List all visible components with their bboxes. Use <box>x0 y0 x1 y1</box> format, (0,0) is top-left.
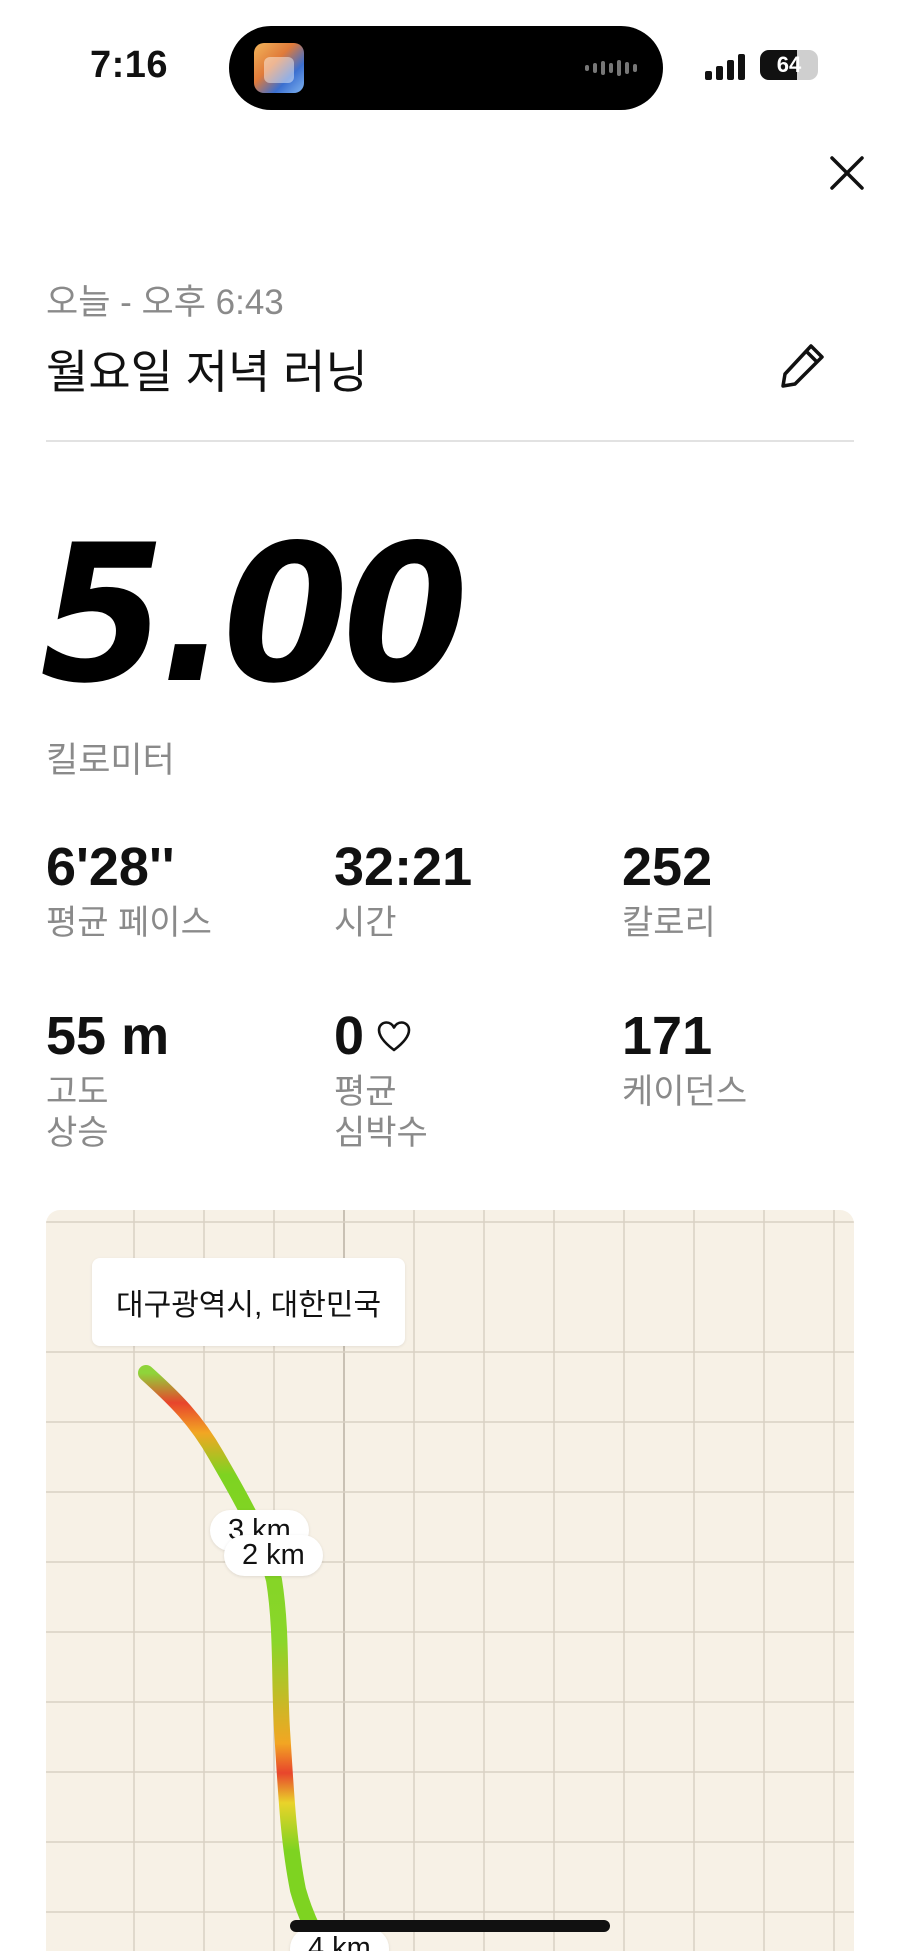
stat-value: 252 <box>622 837 713 897</box>
stat-value: 171 <box>622 1006 713 1066</box>
stat-label-line-1: 고도 <box>46 1073 109 1112</box>
stat-value: 55 m <box>46 1006 170 1066</box>
activity-datetime: 오늘 - 오후 6:43 <box>46 283 284 322</box>
stat-calories: 252 칼로리 <box>622 837 716 944</box>
pencil-icon <box>781 344 824 388</box>
battery-icon: 64 <box>760 50 818 80</box>
stat-value: 6'28'' <box>46 837 175 897</box>
stat-elevation-gain: 55 m 고도 상승 <box>46 1006 170 1154</box>
stat-avg-pace: 6'28'' 평균 페이스 <box>46 837 212 944</box>
audio-wave-icon <box>585 59 637 77</box>
route-path <box>138 1365 334 1951</box>
stat-duration: 32:21 시간 <box>334 837 473 944</box>
stat-value: 0 <box>334 1006 365 1066</box>
home-indicator[interactable] <box>290 1920 610 1932</box>
stat-value: 32:21 <box>334 837 473 897</box>
status-time: 7:16 <box>90 44 169 86</box>
stat-cadence: 171 케이던스 <box>622 1006 748 1113</box>
status-bar: 7:16 64 <box>0 0 900 130</box>
route-map[interactable]: 대구광역시, 대한민국 3 km 2 km 4 km <box>46 1210 854 1951</box>
close-button[interactable] <box>824 150 870 196</box>
stat-label: 칼로리 <box>622 904 716 943</box>
distance-value: 5.00 <box>40 504 468 725</box>
stat-label: 케이던스 <box>622 1073 748 1112</box>
stat-label: 평균 페이스 <box>46 904 212 943</box>
dynamic-island[interactable] <box>229 26 663 110</box>
stat-label: 시간 <box>334 904 397 943</box>
header-divider <box>46 440 854 442</box>
edit-title-button[interactable] <box>778 340 828 390</box>
distance-unit: 킬로미터 <box>46 741 175 780</box>
stat-label-line-1: 평균 <box>334 1073 397 1112</box>
stat-label-line-2: 심박수 <box>334 1114 428 1153</box>
close-icon <box>830 156 864 190</box>
heart-outline-icon <box>377 1020 411 1051</box>
battery-percent: 64 <box>776 52 802 77</box>
location-label: 대구광역시, 대한민국 <box>92 1258 406 1346</box>
km-marker-2: 2 km <box>224 1535 323 1576</box>
stat-avg-heart-rate: 0 평균 심박수 <box>334 1006 428 1154</box>
cellular-signal-icon <box>705 52 745 80</box>
stat-label-line-2: 상승 <box>46 1114 109 1153</box>
activity-title: 월요일 저녁 러닝 <box>46 346 368 398</box>
now-playing-artwork <box>254 43 304 93</box>
